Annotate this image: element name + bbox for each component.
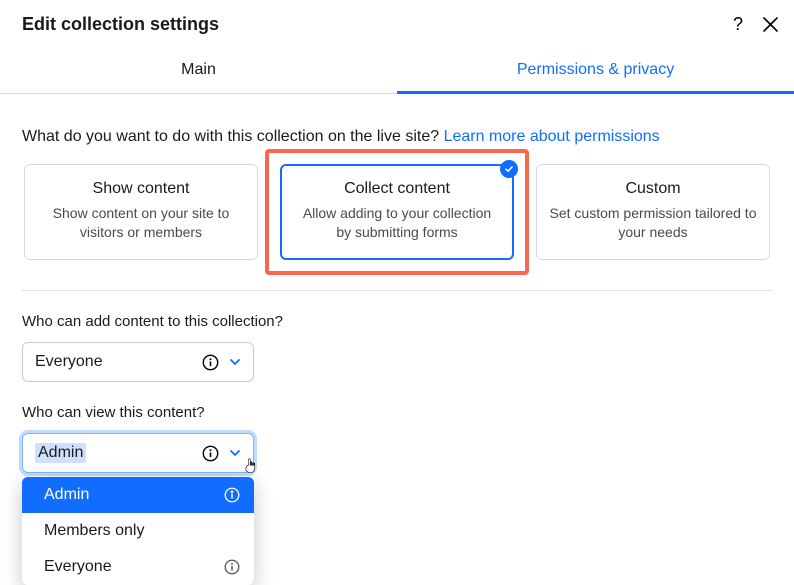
- select-right: [202, 354, 241, 371]
- header-actions: ?: [733, 14, 778, 35]
- select-right: [202, 445, 241, 462]
- field-who-can-add: Who can add content to this collection? …: [22, 313, 772, 382]
- card-sub: Allow adding to your collection by submi…: [294, 204, 500, 242]
- field-label: Who can add content to this collection?: [22, 313, 772, 330]
- card-wrap-custom: Custom Set custom permission tailored to…: [536, 164, 770, 260]
- close-icon: [763, 17, 778, 32]
- card-collect-content[interactable]: Collect content Allow adding to your col…: [280, 164, 514, 260]
- tab-main[interactable]: Main: [0, 45, 397, 93]
- dialog-header: Edit collection settings ?: [0, 0, 794, 45]
- info-icon[interactable]: [202, 354, 219, 371]
- select-who-can-view[interactable]: Admin: [22, 433, 254, 473]
- chevron-down-icon: [229, 447, 241, 459]
- select-value: Everyone: [35, 353, 103, 371]
- select-container: Admin Admin: [22, 433, 772, 473]
- dropdown-who-can-view: Admin Members only Everyone: [22, 477, 254, 585]
- info-icon[interactable]: [224, 559, 240, 575]
- field-who-can-view: Who can view this content? Admin: [22, 404, 772, 473]
- help-button[interactable]: ?: [733, 14, 743, 35]
- card-title: Collect content: [294, 180, 500, 198]
- select-left: Everyone: [35, 353, 103, 371]
- card-show-content[interactable]: Show content Show content on your site t…: [24, 164, 258, 260]
- select-value: Admin: [35, 443, 86, 463]
- tab-permissions-privacy[interactable]: Permissions & privacy: [397, 45, 794, 93]
- card-sub: Set custom permission tailored to your n…: [549, 204, 757, 242]
- card-wrap-show: Show content Show content on your site t…: [24, 164, 258, 260]
- permission-cards: Show content Show content on your site t…: [22, 164, 772, 260]
- close-button[interactable]: [763, 17, 778, 32]
- card-title: Custom: [549, 180, 757, 198]
- card-title: Show content: [37, 180, 245, 198]
- prompt-text: What do you want to do with this collect…: [22, 128, 444, 145]
- option-members-only[interactable]: Members only: [22, 513, 254, 549]
- dialog-content: What do you want to do with this collect…: [0, 94, 794, 473]
- info-icon[interactable]: [202, 445, 219, 462]
- option-admin[interactable]: Admin: [22, 477, 254, 513]
- check-icon: [504, 164, 514, 174]
- select-left: Admin: [35, 443, 86, 463]
- selected-badge: [500, 160, 518, 178]
- option-label: Everyone: [44, 558, 112, 576]
- select-who-can-add[interactable]: Everyone: [22, 342, 254, 382]
- option-label: Admin: [44, 486, 89, 504]
- edit-collection-dialog: Edit collection settings ? Main Permissi…: [0, 0, 794, 585]
- card-wrap-collect: Collect content Allow adding to your col…: [280, 164, 514, 260]
- info-icon[interactable]: [224, 487, 240, 503]
- dialog-title: Edit collection settings: [22, 14, 219, 35]
- field-label: Who can view this content?: [22, 404, 772, 421]
- chevron-down-icon: [229, 356, 241, 368]
- option-everyone[interactable]: Everyone: [22, 549, 254, 585]
- section-divider: [22, 290, 772, 291]
- card-custom[interactable]: Custom Set custom permission tailored to…: [536, 164, 770, 260]
- tabs-bar: Main Permissions & privacy: [0, 45, 794, 94]
- permissions-prompt: What do you want to do with this collect…: [22, 128, 772, 146]
- card-sub: Show content on your site to visitors or…: [37, 204, 245, 242]
- option-label: Members only: [44, 522, 144, 540]
- learn-more-link[interactable]: Learn more about permissions: [444, 128, 660, 145]
